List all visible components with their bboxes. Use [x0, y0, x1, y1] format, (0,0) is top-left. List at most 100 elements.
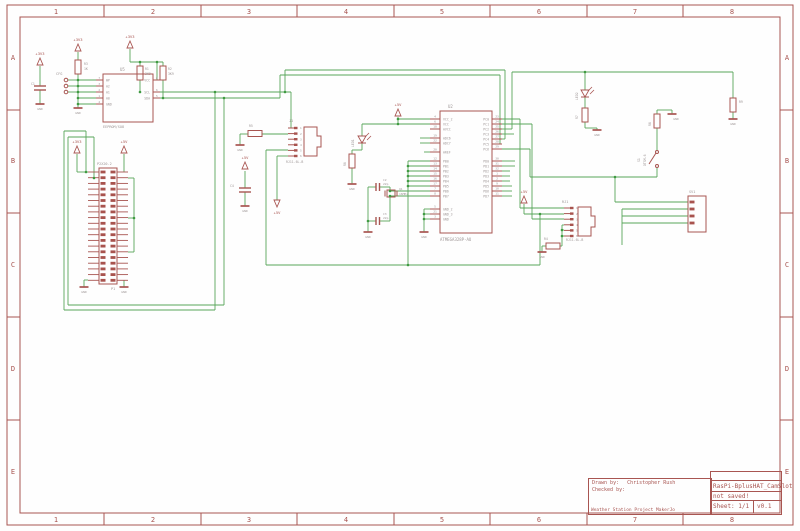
rj11-jack-outline[interactable] — [578, 207, 595, 236]
pad[interactable] — [690, 208, 695, 211]
jack-pad[interactable] — [570, 212, 574, 214]
resistor-body[interactable] — [654, 114, 660, 128]
header-pad[interactable] — [111, 205, 116, 208]
jack-pad[interactable] — [294, 138, 298, 140]
led-symbol[interactable] — [358, 136, 366, 143]
resistor-body[interactable] — [730, 98, 736, 112]
header-pad[interactable] — [101, 279, 106, 282]
pad[interactable] — [690, 201, 695, 204]
ic-pin-name: PB5 — [443, 184, 449, 188]
header-pad[interactable] — [101, 205, 106, 208]
label-text: GND — [121, 290, 127, 294]
header-pad[interactable] — [111, 256, 116, 259]
header-pad[interactable] — [101, 188, 106, 191]
pad[interactable] — [690, 215, 695, 218]
header-pad[interactable] — [111, 222, 116, 225]
header-pad[interactable] — [101, 268, 106, 271]
header-pad[interactable] — [111, 171, 116, 174]
header-pad[interactable] — [111, 182, 116, 185]
ic-pin-name: PB0 — [443, 159, 449, 163]
power-arrow-up[interactable] — [37, 58, 43, 65]
header-pad[interactable] — [101, 245, 106, 248]
header-pad[interactable] — [101, 273, 106, 276]
label-text: SCL — [144, 90, 150, 94]
pad-circle[interactable] — [64, 78, 68, 82]
rj11-jack-outline[interactable] — [304, 127, 321, 156]
header-pad[interactable] — [101, 211, 106, 214]
header-pad[interactable] — [111, 199, 116, 202]
jack-pad[interactable] — [294, 127, 298, 129]
header-pad[interactable] — [111, 273, 116, 276]
label-text: 3K9 — [168, 72, 174, 76]
header-pad[interactable] — [111, 279, 116, 282]
junction-dot — [397, 118, 400, 121]
jack-pad[interactable] — [570, 218, 574, 220]
power-arrow-up[interactable] — [74, 146, 80, 153]
switch-lever[interactable] — [649, 153, 656, 164]
header-pad[interactable] — [101, 199, 106, 202]
label-text: GND — [37, 107, 43, 111]
pad[interactable] — [690, 222, 695, 225]
resistor-body[interactable] — [137, 66, 143, 80]
header-pad[interactable] — [101, 262, 106, 265]
header-pad[interactable] — [111, 176, 116, 179]
header-pad[interactable] — [101, 193, 106, 196]
header-pad[interactable] — [111, 188, 116, 191]
header-pad[interactable] — [101, 233, 106, 236]
label-text: R8 — [648, 122, 652, 126]
header-pad[interactable] — [111, 262, 116, 265]
header-pad[interactable] — [101, 239, 106, 242]
header-pad[interactable] — [111, 216, 116, 219]
jack-pad[interactable] — [570, 207, 574, 209]
header-pad[interactable] — [111, 239, 116, 242]
header-pad[interactable] — [101, 216, 106, 219]
switch-contact[interactable] — [656, 165, 659, 168]
jack-pad[interactable] — [294, 144, 298, 146]
jack-pad[interactable] — [294, 155, 298, 157]
resistor-body[interactable] — [582, 108, 588, 122]
header-pad[interactable] — [111, 228, 116, 231]
header-pad[interactable] — [111, 245, 116, 248]
led-symbol[interactable] — [581, 90, 589, 97]
connector-p1-gpio[interactable] — [99, 168, 117, 284]
power-arrow-down[interactable] — [274, 200, 280, 207]
pad-circle[interactable] — [64, 90, 68, 94]
power-arrow-up[interactable] — [242, 162, 248, 169]
header-pad[interactable] — [111, 268, 116, 271]
ic-pin-number: 8 — [434, 192, 436, 196]
resistor-body[interactable] — [160, 66, 166, 80]
header-pad[interactable] — [101, 222, 106, 225]
power-arrow-up[interactable] — [75, 44, 81, 51]
power-arrow-up[interactable] — [121, 146, 127, 153]
resistor-body[interactable] — [75, 60, 81, 74]
header-pad[interactable] — [101, 176, 106, 179]
pad-circle[interactable] — [64, 84, 68, 88]
ic-pin-name: PC0 — [483, 117, 489, 121]
header-pad[interactable] — [101, 171, 106, 174]
header-pad[interactable] — [111, 250, 116, 253]
frame-row-label: B — [11, 157, 15, 165]
jack-pad[interactable] — [570, 235, 574, 237]
jack-pad[interactable] — [294, 132, 298, 134]
jack-pad[interactable] — [294, 149, 298, 151]
frame-row-label: A — [11, 54, 16, 62]
header-pad[interactable] — [111, 193, 116, 196]
power-arrow-up[interactable] — [127, 41, 133, 48]
header-pad[interactable] — [111, 233, 116, 236]
header-pad[interactable] — [101, 228, 106, 231]
jack-pad[interactable] — [570, 224, 574, 226]
header-pad[interactable] — [101, 250, 106, 253]
resistor-body[interactable] — [546, 243, 560, 249]
ic-pin-name: PC4 — [483, 137, 489, 141]
header-pad[interactable] — [101, 256, 106, 259]
power-arrow-up[interactable] — [395, 109, 401, 116]
ic-pin-name: PD3 — [483, 174, 489, 178]
power-arrow-up[interactable] — [521, 196, 527, 203]
header-pad[interactable] — [111, 211, 116, 214]
resistor-body[interactable] — [349, 154, 355, 168]
resistor-body[interactable] — [248, 131, 262, 137]
frame-col-label: 6 — [537, 8, 541, 16]
frame-col-label: 4 — [344, 8, 348, 16]
header-pad[interactable] — [101, 182, 106, 185]
jack-pad[interactable] — [570, 229, 574, 231]
